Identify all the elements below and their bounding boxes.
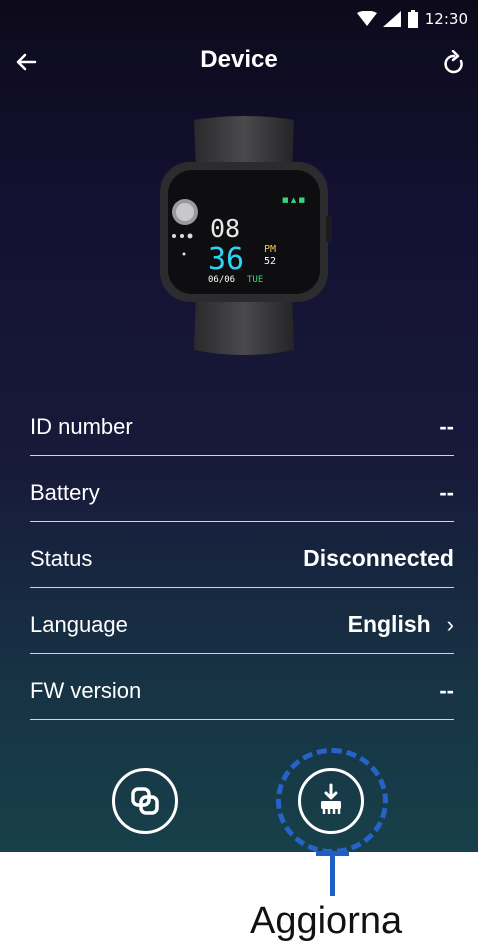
status-bar: 12:30 — [0, 0, 478, 38]
row-label: Battery — [30, 479, 100, 505]
clock: 12:30 — [424, 10, 468, 28]
link-icon — [131, 787, 159, 815]
row-label: ID number — [30, 413, 133, 439]
status-row: Status Disconnected — [30, 522, 454, 588]
top-bar: Device — [0, 42, 478, 82]
signal-icon — [382, 11, 401, 27]
language-row[interactable]: Language English › — [30, 588, 454, 654]
row-label: Language — [30, 611, 128, 637]
row-label: Status — [30, 545, 93, 571]
row-value: -- — [439, 479, 454, 505]
chevron-right-icon: › — [446, 611, 454, 637]
row-value: -- — [439, 677, 454, 703]
watch-date: 06/06 — [208, 275, 235, 285]
row-value: Disconnected — [303, 545, 454, 571]
wifi-icon — [356, 11, 377, 26]
row-value: -- — [439, 413, 454, 439]
watch-minute: 36 — [208, 242, 244, 277]
callout-label: Aggiorna — [250, 900, 403, 942]
refresh-icon[interactable] — [438, 46, 470, 78]
callout-line — [330, 852, 335, 896]
watch-day: TUE — [247, 275, 263, 285]
watch-hour: 08 — [210, 214, 240, 243]
page-title: Device — [200, 46, 278, 73]
battery-icon — [407, 10, 418, 28]
watch-image: 08 ■ ▲ ■ 36 PM 52 06/06 TUE — [160, 116, 332, 355]
fw-version-row: FW version -- — [30, 654, 454, 720]
svg-text:■ ▲ ■: ■ ▲ ■ — [282, 196, 305, 204]
device-screen: 12:30 Device 08 ■ ▲ ■ 36 PM 52 06/06 TUE — [0, 0, 478, 854]
id-number-row: ID number -- — [30, 390, 454, 456]
sync-button[interactable] — [112, 768, 178, 834]
device-info-list: ID number -- Battery -- Status Disconnec… — [30, 390, 454, 720]
battery-row: Battery -- — [30, 456, 454, 522]
watch-ampm: PM — [264, 244, 276, 255]
row-label: FW version — [30, 677, 142, 703]
highlight-ring — [276, 748, 388, 854]
row-value: English — [347, 611, 431, 637]
watch-seconds: 52 — [264, 256, 276, 267]
